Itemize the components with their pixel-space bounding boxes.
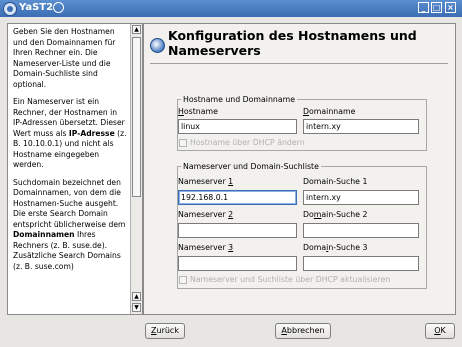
scroll-up-arrow-icon[interactable]: ▲ [132, 25, 141, 34]
domain-search-1-input[interactable]: intern.xy [303, 190, 419, 205]
nameserver-dhcp-label: Nameserver und Suchliste über DHCP aktua… [190, 275, 391, 284]
hostname-label: Hostname [178, 107, 218, 116]
minimize-button[interactable]: _ [418, 2, 429, 13]
title-help-icon [53, 2, 64, 13]
help-panel: Geben Sie den Hostnamen und den Domainna… [7, 23, 143, 315]
domain-search-3-input[interactable] [303, 256, 419, 271]
nameserver-1-input[interactable]: 192.168.0.1 [178, 190, 297, 205]
nameserver-2-input[interactable] [178, 223, 297, 238]
domainname-input[interactable]: intern.xy [303, 119, 419, 134]
title-divider [150, 63, 448, 64]
scroll-down-arrow-icon[interactable]: ▼ [132, 303, 141, 312]
hostname-input[interactable]: linux [178, 119, 297, 134]
nameserver-1-label: Nameserver 1 [178, 177, 234, 186]
help-paragraph-3: Suchdomain bezeichnet den Domainnamen, v… [13, 177, 126, 271]
help-paragraph-2: Ein Nameserver ist ein Rechner, der Host… [13, 97, 127, 169]
domain-search-2-input[interactable] [303, 223, 419, 238]
domainname-label: Domainname [303, 107, 356, 116]
close-button[interactable]: × [445, 2, 456, 13]
yast-window: YaST2 _ □ × Geben Sie den Hostnamen und … [0, 0, 462, 347]
help-text: Geben Sie den Hostnamen und den Domainna… [13, 27, 128, 279]
network-globe-icon [150, 38, 165, 53]
nameserver-3-label: Nameserver 3 [178, 243, 234, 252]
window-title: YaST2 [19, 2, 54, 13]
nameserver-2-label: Nameserver 2 [178, 210, 234, 219]
ok-button[interactable]: OK [425, 323, 455, 339]
abort-button[interactable]: Abbrechen [275, 323, 331, 339]
content-panel: Konfiguration des Hostnamens und Nameser… [143, 23, 456, 315]
nameserver-group-legend: Nameserver und Domain-Suchliste [183, 162, 319, 171]
back-button[interactable]: Zurück [145, 323, 185, 339]
title-bar[interactable]: YaST2 _ □ × [0, 0, 462, 17]
hostname-dhcp-checkbox[interactable] [179, 139, 187, 147]
nameserver-3-input[interactable] [178, 256, 297, 271]
domain-search-2-label: Domain-Suche 2 [303, 210, 368, 219]
scroll-up-arrow-icon[interactable]: ▲ [132, 292, 141, 301]
scrollbar-thumb[interactable] [132, 37, 141, 197]
hostname-group-legend: Hostname und Domainname [183, 95, 296, 104]
hostname-dhcp-label: Hostname über DHCP ändern [190, 138, 305, 147]
domain-search-1-label: Domain-Suche 1 [303, 177, 368, 186]
help-paragraph-1: Geben Sie den Hostnamen und den Domainna… [13, 27, 116, 89]
help-scrollbar[interactable]: ▲ ▲ ▼ [130, 24, 142, 314]
nameserver-dhcp-checkbox[interactable] [179, 276, 187, 284]
domain-search-3-label: Domain-Suche 3 [303, 243, 368, 252]
page-title: Konfiguration des Hostnamens und Nameser… [168, 28, 417, 58]
yast-app-icon [3, 2, 17, 16]
maximize-button[interactable]: □ [431, 2, 442, 13]
